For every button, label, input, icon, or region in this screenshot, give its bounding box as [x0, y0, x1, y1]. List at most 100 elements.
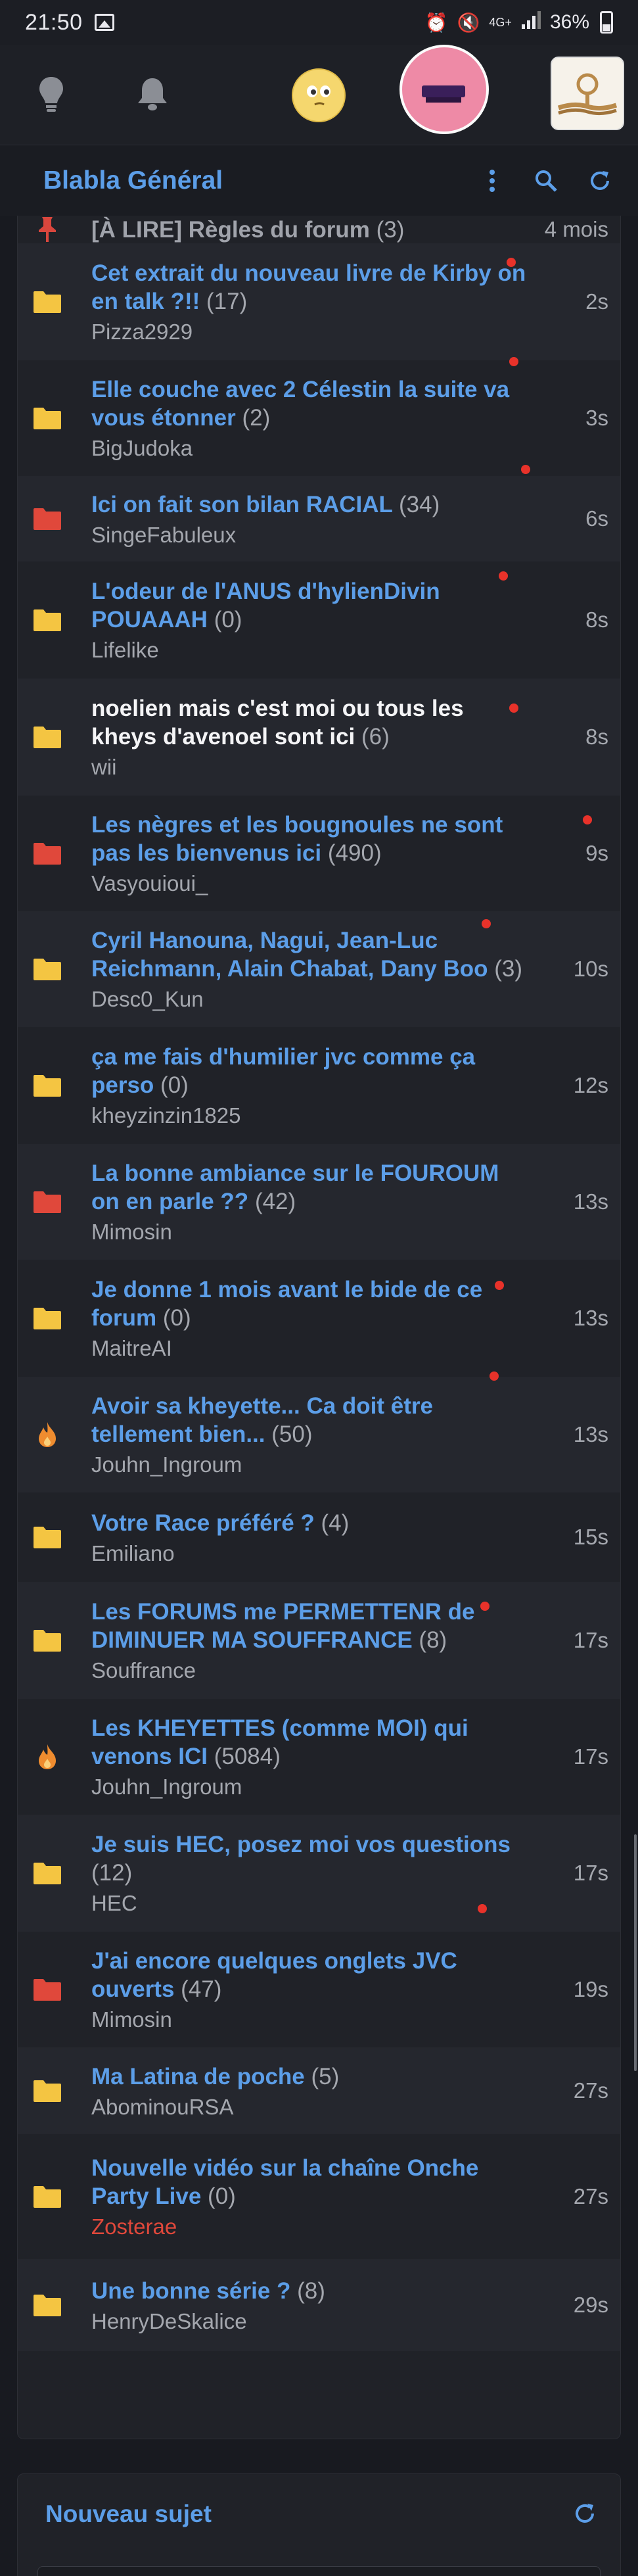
topic-row[interactable]: Une bonne série ? (8) HenryDeSkalice 29s — [18, 2259, 620, 2351]
new-topic-input[interactable] — [37, 2566, 601, 2576]
topic-row[interactable]: J'ai encore quelques onglets JVC ouverts… — [18, 1932, 620, 2047]
topic-row[interactable]: L'odeur de l'ANUS d'hylienDivin POUAAAH … — [18, 561, 620, 679]
topic-author[interactable]: Zosterae — [91, 2214, 528, 2239]
topic-title[interactable]: Cyril Hanouna, Nagui, Jean-Luc Reichmann… — [91, 926, 528, 983]
forum-title[interactable]: Blabla Général — [43, 166, 223, 195]
topic-row[interactable]: Je suis HEC, posez moi vos questions (12… — [18, 1815, 620, 1932]
topic-reply-count: (0) — [214, 607, 242, 632]
image-icon — [94, 14, 114, 31]
topic-row[interactable]: Avoir sa kheyette... Ca doit être tellem… — [18, 1377, 620, 1492]
topic-author[interactable]: HenryDeSkalice — [91, 2309, 528, 2334]
search-icon[interactable] — [533, 168, 559, 194]
topic-author[interactable]: SingeFabuleux — [91, 523, 528, 548]
topic-title-text: noelien mais c'est moi ou tous les kheys… — [91, 696, 464, 750]
red-dot-marker — [495, 1281, 504, 1290]
fire-icon — [32, 1421, 62, 1448]
smiley-avatar[interactable] — [292, 68, 346, 122]
topic-title[interactable]: Nouvelle vidéo sur la chaîne Onche Party… — [91, 2154, 528, 2210]
red-dot-marker — [478, 1904, 487, 1913]
topic-title[interactable]: L'odeur de l'ANUS d'hylienDivin POUAAAH … — [91, 577, 528, 634]
scrollbar[interactable] — [634, 1834, 637, 2071]
red-dot-marker — [490, 1371, 499, 1381]
topic-row[interactable]: La bonne ambiance sur le FOUROUM on en p… — [18, 1144, 620, 1260]
topic-author[interactable]: MaitreAI — [91, 1336, 528, 1361]
topic-row[interactable]: Les FORUMS me PERMETTENR de DIMINUER MA … — [18, 1582, 620, 1699]
topic-reply-count: (5084) — [214, 1744, 281, 1769]
topic-row[interactable]: Ma Latina de poche (5) AbominouRSA 27s — [18, 2047, 620, 2134]
topic-reply-count: (17) — [206, 289, 248, 314]
topic-title-text: Les nègres et les bougnoules ne sont pas… — [91, 812, 503, 866]
topic-row[interactable]: Nouvelle vidéo sur la chaîne Onche Party… — [18, 2134, 620, 2259]
topic-author[interactable]: Vasyouioui_ — [91, 871, 528, 896]
user-avatar[interactable] — [399, 45, 489, 134]
topic-title[interactable]: La bonne ambiance sur le FOUROUM on en p… — [91, 1159, 528, 1216]
topic-reply-count: (47) — [181, 1976, 222, 2002]
topic-author[interactable]: kheyzinzin1825 — [91, 1103, 528, 1128]
topic-time: 29s — [573, 2293, 608, 2317]
topic-title[interactable]: Les nègres et les bougnoules ne sont pas… — [91, 811, 528, 867]
topic-row[interactable]: Les KHEYETTES (comme MOI) qui venons ICI… — [18, 1699, 620, 1815]
topic-title[interactable]: [À LIRE] Règles du forum (3) — [91, 216, 528, 244]
topic-author[interactable]: Lifelike — [91, 638, 528, 663]
topic-row[interactable]: [À LIRE] Règles du forum (3) 4 mois — [18, 216, 620, 243]
bell-icon[interactable] — [133, 71, 172, 117]
topic-title[interactable]: Les KHEYETTES (comme MOI) qui venons ICI… — [91, 1714, 528, 1771]
topic-row[interactable]: Les nègres et les bougnoules ne sont pas… — [18, 796, 620, 911]
topic-title[interactable]: Une bonne série ? (8) — [91, 2277, 528, 2305]
topic-title[interactable]: Avoir sa kheyette... Ca doit être tellem… — [91, 1392, 528, 1448]
topic-author[interactable]: Pizza2929 — [91, 320, 528, 345]
topic-row[interactable]: ça me fais d'humilier jvc comme ça perso… — [18, 1027, 620, 1144]
topic-title-text: Une bonne série ? — [91, 2278, 291, 2304]
topic-reply-count: (5) — [311, 2063, 340, 2089]
topic-title[interactable]: noelien mais c'est moi ou tous les kheys… — [91, 694, 528, 751]
topic-author[interactable]: BigJudoka — [91, 436, 528, 461]
topic-reply-count: (3) — [494, 956, 523, 982]
topic-title[interactable]: Je donne 1 mois avant le bide de ce foru… — [91, 1276, 528, 1332]
topic-reply-count: (6) — [361, 724, 390, 750]
topic-author[interactable]: AbominouRSA — [91, 2095, 528, 2120]
topic-row[interactable]: Votre Race préféré ? (4) Emiliano 15s — [18, 1492, 620, 1582]
signal-icon — [521, 10, 541, 35]
refresh-icon[interactable] — [587, 168, 613, 194]
topic-title[interactable]: Ici on fait son bilan RACIAL (34) — [91, 490, 528, 519]
more-vertical-icon[interactable] — [479, 168, 505, 194]
topic-title[interactable]: J'ai encore quelques onglets JVC ouverts… — [91, 1947, 528, 2003]
topic-title-text: Je donne 1 mois avant le bide de ce foru… — [91, 1277, 483, 1331]
status-bar: 21:50 ⏰ 🔇 4G+ 36% — [0, 0, 638, 45]
topic-time: 3s — [585, 406, 608, 430]
topic-row[interactable]: Je donne 1 mois avant le bide de ce foru… — [18, 1260, 620, 1377]
topic-title[interactable]: Cet extrait du nouveau livre de Kirby on… — [91, 259, 528, 316]
topic-title-text: Nouvelle vidéo sur la chaîne Onche Party… — [91, 2155, 479, 2209]
topic-author[interactable]: HEC — [91, 1891, 528, 1916]
topic-author[interactable]: Emiliano — [91, 1541, 528, 1566]
folder-icon — [32, 1524, 62, 1550]
topic-reply-count: (3) — [376, 216, 405, 243]
topic-row[interactable]: Cet extrait du nouveau livre de Kirby on… — [18, 243, 620, 360]
topic-row[interactable]: noelien mais c'est moi ou tous les kheys… — [18, 679, 620, 796]
rope-avatar[interactable] — [551, 57, 624, 130]
topic-row[interactable]: Cyril Hanouna, Nagui, Jean-Luc Reichmann… — [18, 911, 620, 1027]
topic-row[interactable]: Elle couche avec 2 Célestin la suite va … — [18, 360, 620, 476]
topic-row[interactable]: Ici on fait son bilan RACIAL (34) SingeFa… — [18, 476, 620, 561]
topic-author[interactable]: Mimosin — [91, 2007, 528, 2032]
topic-title-text: Votre Race préféré ? — [91, 1510, 315, 1536]
red-dot-marker — [509, 704, 518, 713]
topic-author[interactable]: Jouhn_Ingroum — [91, 1775, 528, 1800]
topic-reply-count: (34) — [399, 491, 440, 517]
folder-icon — [32, 607, 62, 633]
topic-title[interactable]: Votre Race préféré ? (4) — [91, 1509, 528, 1537]
topic-title-text: Avoir sa kheyette... Ca doit être tellem… — [91, 1393, 433, 1447]
refresh-icon[interactable] — [573, 2502, 599, 2528]
topic-title[interactable]: Les FORUMS me PERMETTENR de DIMINUER MA … — [91, 1598, 528, 1654]
topic-author[interactable]: Souffrance — [91, 1658, 528, 1683]
topic-author[interactable]: wii — [91, 755, 528, 780]
topic-author[interactable]: Mimosin — [91, 1220, 528, 1245]
topic-title[interactable]: Elle couche avec 2 Célestin la suite va … — [91, 375, 528, 432]
topic-author[interactable]: Desc0_Kun — [91, 987, 528, 1012]
topic-title[interactable]: Ma Latina de poche (5) — [91, 2063, 528, 2091]
topic-title[interactable]: Je suis HEC, posez moi vos questions (12… — [91, 1830, 528, 1887]
lightbulb-icon[interactable] — [32, 71, 71, 117]
topic-title[interactable]: ça me fais d'humilier jvc comme ça perso… — [91, 1043, 528, 1099]
topic-author[interactable]: Jouhn_Ingroum — [91, 1452, 528, 1477]
topic-time: 6s — [585, 506, 608, 531]
